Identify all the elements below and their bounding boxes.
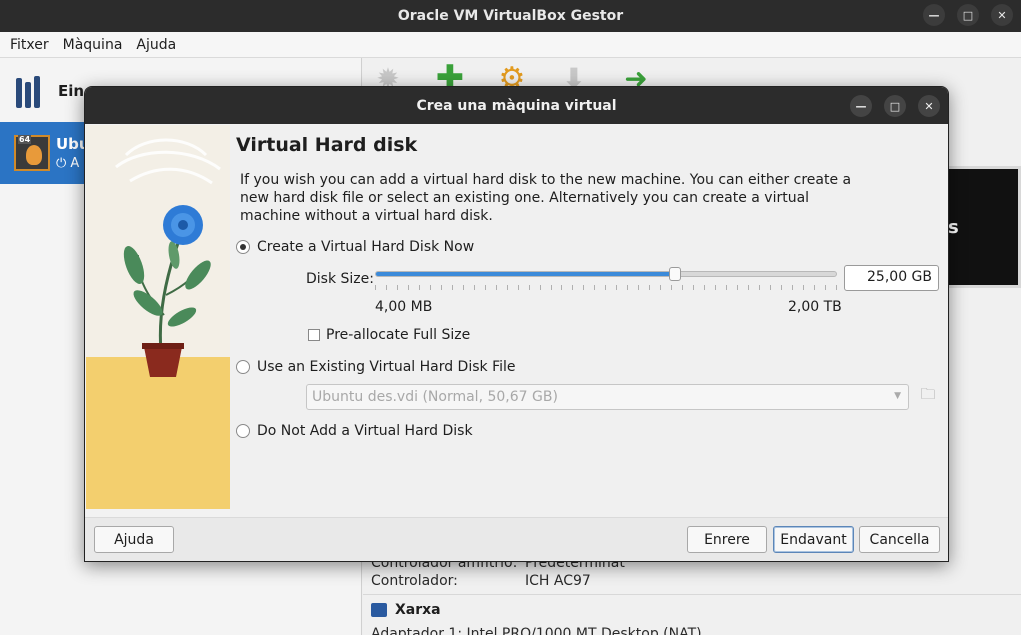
menu-fitxer[interactable]: Fitxer [10, 37, 49, 53]
no-disk-option[interactable]: Do Not Add a Virtual Hard Disk [236, 423, 473, 439]
dialog-controls: — □ ✕ [850, 95, 940, 117]
slider-handle[interactable] [669, 267, 681, 281]
disk-size-slider[interactable] [375, 267, 837, 281]
close-button[interactable]: ✕ [991, 4, 1013, 26]
disk-size-label: Disk Size: [306, 271, 374, 287]
back-button[interactable]: Enrere [687, 526, 767, 553]
audio-controller-row: Controlador: ICH AC97 [371, 573, 591, 589]
audio-controller-value: ICH AC97 [525, 573, 591, 589]
disk-size-max-label: 2,00 TB [788, 299, 842, 315]
cancel-button[interactable]: Cancella [859, 526, 940, 553]
dialog-minimize-button[interactable]: — [850, 95, 872, 117]
disk-size-min-label: 4,00 MB [375, 299, 433, 315]
create-disk-radio[interactable] [236, 240, 250, 254]
preview-text: s [948, 216, 959, 238]
help-button[interactable]: Ajuda [94, 526, 174, 553]
tools-icon [16, 74, 46, 108]
main-window-controls: — □ ✕ [923, 4, 1013, 26]
no-disk-label: Do Not Add a Virtual Hard Disk [257, 423, 473, 439]
main-window-titlebar: Oracle VM VirtualBox Gestor — □ ✕ [0, 0, 1021, 32]
dialog-maximize-button[interactable]: □ [884, 95, 906, 117]
ubuntu-vm-icon: 64 [14, 135, 50, 171]
next-button[interactable]: Endavant [773, 526, 854, 553]
menu-ajuda[interactable]: Ajuda [136, 37, 176, 53]
create-disk-option[interactable]: Create a Virtual Hard Disk Now [236, 239, 474, 255]
audio-controller-label: Controlador: [371, 573, 458, 589]
vm-preview: s [941, 166, 1021, 288]
menubar: Fitxer Màquina Ajuda [0, 32, 1021, 58]
folder-icon[interactable]: 🗀 [919, 385, 937, 405]
slider-fill [376, 272, 675, 276]
network-section-title: Xarxa [395, 601, 441, 618]
network-section-header[interactable]: Xarxa [363, 594, 1021, 624]
minimize-button[interactable]: — [923, 4, 945, 26]
dialog-close-button[interactable]: ✕ [918, 95, 940, 117]
wizard-page: Virtual Hard disk If you wish you can ad… [230, 125, 948, 517]
no-disk-radio[interactable] [236, 424, 250, 438]
preallocate-option[interactable]: Pre-allocate Full Size [308, 327, 470, 343]
menu-maquina[interactable]: Màquina [63, 37, 123, 53]
page-description: If you wish you can add a virtual hard d… [240, 172, 852, 224]
preallocate-label: Pre-allocate Full Size [326, 327, 471, 343]
disk-size-input[interactable]: 25,00 GB [844, 265, 939, 291]
main-window-title: Oracle VM VirtualBox Gestor [397, 8, 624, 24]
network-adapter-text: Adaptador 1: Intel PRO/1000 MT Desktop (… [371, 626, 702, 635]
dialog-titlebar: Crea una màquina virtual — □ ✕ [85, 87, 948, 124]
preallocate-checkbox[interactable] [308, 329, 320, 341]
vm-arch-badge: 64 [18, 135, 32, 144]
maximize-button[interactable]: □ [957, 4, 979, 26]
use-existing-label: Use an Existing Virtual Hard Disk File [257, 359, 516, 375]
wizard-illustration [86, 125, 230, 509]
page-title: Virtual Hard disk [236, 134, 418, 156]
network-adapter-row: Adaptador 1: Intel PRO/1000 MT Desktop (… [371, 626, 702, 635]
slider-ticks [375, 285, 837, 291]
dialog-footer: Ajuda Enrere Endavant Cancella [85, 517, 948, 561]
dialog-title: Crea una màquina virtual [416, 97, 617, 114]
existing-disk-value: Ubuntu des.vdi (Normal, 50,67 GB) [312, 389, 558, 405]
use-existing-option[interactable]: Use an Existing Virtual Hard Disk File [236, 359, 516, 375]
create-disk-label: Create a Virtual Hard Disk Now [257, 239, 475, 255]
chevron-down-icon: ▼ [894, 391, 901, 401]
network-icon [371, 602, 387, 617]
use-existing-radio[interactable] [236, 360, 250, 374]
create-vm-dialog: Crea una màquina virtual — □ ✕ Virtual H… [84, 86, 949, 562]
existing-disk-select[interactable]: Ubuntu des.vdi (Normal, 50,67 GB) ▼ [306, 384, 909, 410]
